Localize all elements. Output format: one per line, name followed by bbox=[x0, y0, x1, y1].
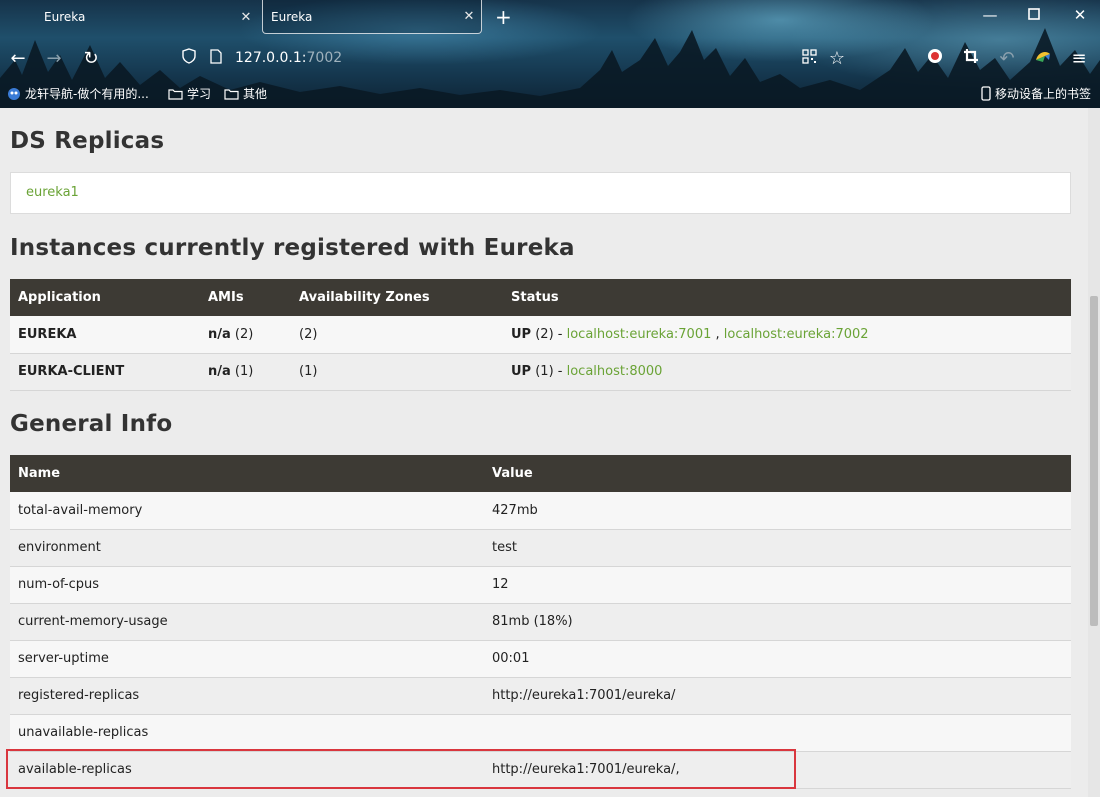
info-value: 81mb (18%) bbox=[484, 603, 1071, 641]
folder-icon bbox=[168, 88, 183, 100]
zones-cell: (2) bbox=[291, 316, 503, 354]
url-host: 127.0.0.1: bbox=[235, 50, 307, 66]
close-icon[interactable]: ✕ bbox=[457, 9, 481, 24]
vertical-scrollbar[interactable] bbox=[1088, 108, 1100, 797]
back-arrow-icon[interactable]: ← bbox=[6, 48, 30, 70]
extension-color-icon[interactable] bbox=[1031, 48, 1055, 70]
status-cell: UP (2) - localhost:eureka:7001 , localho… bbox=[503, 316, 1071, 354]
info-name: current-memory-usage bbox=[10, 603, 484, 641]
crop-icon[interactable] bbox=[959, 48, 983, 70]
table-row: environment test bbox=[10, 529, 1071, 567]
info-value: test bbox=[484, 529, 1071, 567]
bookmark-label: 学习 bbox=[187, 87, 212, 101]
bookmark-folder-study[interactable]: 学习 bbox=[168, 85, 211, 102]
info-value: http://eureka1:7001/eureka/ bbox=[484, 677, 1071, 715]
instance-link[interactable]: localhost:eureka:7001 bbox=[567, 327, 712, 342]
new-tab-button[interactable]: + bbox=[495, 6, 512, 28]
shield-icon[interactable] bbox=[177, 48, 201, 70]
scrollbar-thumb[interactable] bbox=[1090, 296, 1098, 626]
bookmark-longxuan[interactable]: 龙轩导航-做个有用的... bbox=[7, 85, 149, 102]
highlight-box-available-replicas bbox=[6, 749, 796, 789]
mobile-bookmarks-label: 移动设备上的书签 bbox=[995, 87, 1092, 101]
column-header: Application bbox=[10, 279, 200, 316]
instances-heading: Instances currently registered with Eure… bbox=[10, 235, 575, 261]
application-name: EUREKA bbox=[10, 316, 200, 354]
info-name: total-avail-memory bbox=[10, 492, 484, 530]
info-name: registered-replicas bbox=[10, 677, 484, 715]
info-value bbox=[484, 714, 1071, 752]
column-header: Status bbox=[503, 279, 1071, 316]
eureka-dashboard-page: DS Replicas eureka1 Instances currently … bbox=[0, 108, 1088, 797]
site-icon bbox=[8, 87, 20, 100]
minimize-icon[interactable]: — bbox=[978, 6, 1002, 24]
folder-icon bbox=[224, 88, 239, 100]
mobile-bookmarks[interactable]: 移动设备上的书签 bbox=[981, 85, 1091, 102]
tab-eureka-2-active[interactable]: Eureka ✕ bbox=[262, 0, 482, 34]
info-value: 00:01 bbox=[484, 640, 1071, 678]
reload-icon[interactable]: ↻ bbox=[79, 48, 103, 70]
tab-title: Eureka bbox=[44, 10, 86, 24]
info-value: 427mb bbox=[484, 492, 1071, 530]
instance-link[interactable]: localhost:eureka:7002 bbox=[724, 327, 869, 342]
status-up: UP bbox=[511, 326, 532, 342]
replica-link[interactable]: eureka1 bbox=[26, 185, 79, 200]
info-value: 12 bbox=[484, 566, 1071, 604]
url-port: 7002 bbox=[306, 50, 343, 66]
navigation-bar: ← → ↻ 127.0.0.1:7002 ☆ ↶ ≡ bbox=[0, 44, 1100, 74]
tab-title: Eureka bbox=[271, 9, 313, 24]
general-info-heading: General Info bbox=[10, 411, 173, 437]
column-header: Value bbox=[484, 455, 1071, 492]
amis-cell: n/a (2) bbox=[200, 316, 291, 354]
table-row: total-avail-memory 427mb bbox=[10, 492, 1071, 530]
table-row: unavailable-replicas bbox=[10, 714, 1071, 752]
bookmarks-bar: 龙轩导航-做个有用的... 学习 其他 移动设备上的书签 bbox=[0, 82, 1100, 104]
qr-code-icon[interactable] bbox=[797, 48, 821, 70]
menu-icon[interactable]: ≡ bbox=[1067, 48, 1091, 70]
column-header: Name bbox=[10, 455, 484, 492]
info-name: server-uptime bbox=[10, 640, 484, 678]
close-icon[interactable]: ✕ bbox=[234, 10, 258, 25]
forward-arrow-icon[interactable]: → bbox=[42, 48, 66, 70]
amis-cell: n/a (1) bbox=[200, 353, 291, 391]
browser-chrome: Eureka ✕ Eureka ✕ + — ✕ ← → ↻ 127.0.0.1:… bbox=[0, 0, 1100, 108]
column-header: Availability Zones bbox=[291, 279, 503, 316]
maximize-icon[interactable] bbox=[1022, 6, 1046, 24]
address-bar-url[interactable]: 127.0.0.1:7002 bbox=[235, 50, 342, 66]
extension-red-icon[interactable] bbox=[923, 48, 947, 70]
table-header-row: Name Value bbox=[10, 455, 1071, 492]
status-cell: UP (1) - localhost:8000 bbox=[503, 353, 1071, 391]
star-bookmark-icon[interactable]: ☆ bbox=[825, 48, 849, 70]
column-header: AMIs bbox=[200, 279, 291, 316]
table-row: server-uptime 00:01 bbox=[10, 640, 1071, 678]
info-name: num-of-cpus bbox=[10, 566, 484, 604]
zones-cell: (1) bbox=[291, 353, 503, 391]
table-row: EURKA-CLIENT n/a (1) (1) UP (1) - localh… bbox=[10, 353, 1071, 391]
instances-table: Application AMIs Availability Zones Stat… bbox=[10, 279, 1071, 391]
info-name: unavailable-replicas bbox=[10, 714, 484, 752]
page-icon bbox=[204, 48, 228, 70]
info-name: environment bbox=[10, 529, 484, 567]
table-row: current-memory-usage 81mb (18%) bbox=[10, 603, 1071, 641]
instance-link[interactable]: localhost:8000 bbox=[567, 364, 663, 379]
bookmark-label: 龙轩导航-做个有用的... bbox=[25, 87, 149, 101]
undo-icon[interactable]: ↶ bbox=[995, 48, 1019, 70]
table-header-row: Application AMIs Availability Zones Stat… bbox=[10, 279, 1071, 316]
bookmark-label: 其他 bbox=[243, 87, 268, 101]
table-row: EUREKA n/a (2) (2) UP (2) - localhost:eu… bbox=[10, 316, 1071, 354]
ds-replicas-heading: DS Replicas bbox=[10, 128, 165, 154]
mobile-device-icon bbox=[981, 86, 991, 101]
ds-replicas-list: eureka1 bbox=[10, 172, 1071, 214]
table-row: num-of-cpus 12 bbox=[10, 566, 1071, 604]
status-up: UP bbox=[511, 364, 532, 379]
tab-eureka-1[interactable]: Eureka ✕ bbox=[36, 0, 258, 34]
table-row: registered-replicas http://eureka1:7001/e… bbox=[10, 677, 1071, 715]
bookmark-folder-other[interactable]: 其他 bbox=[224, 85, 267, 102]
application-name: EURKA-CLIENT bbox=[10, 353, 200, 391]
general-info-table: Name Value total-avail-memory 427mb envir… bbox=[10, 455, 1071, 789]
close-window-icon[interactable]: ✕ bbox=[1068, 6, 1092, 24]
